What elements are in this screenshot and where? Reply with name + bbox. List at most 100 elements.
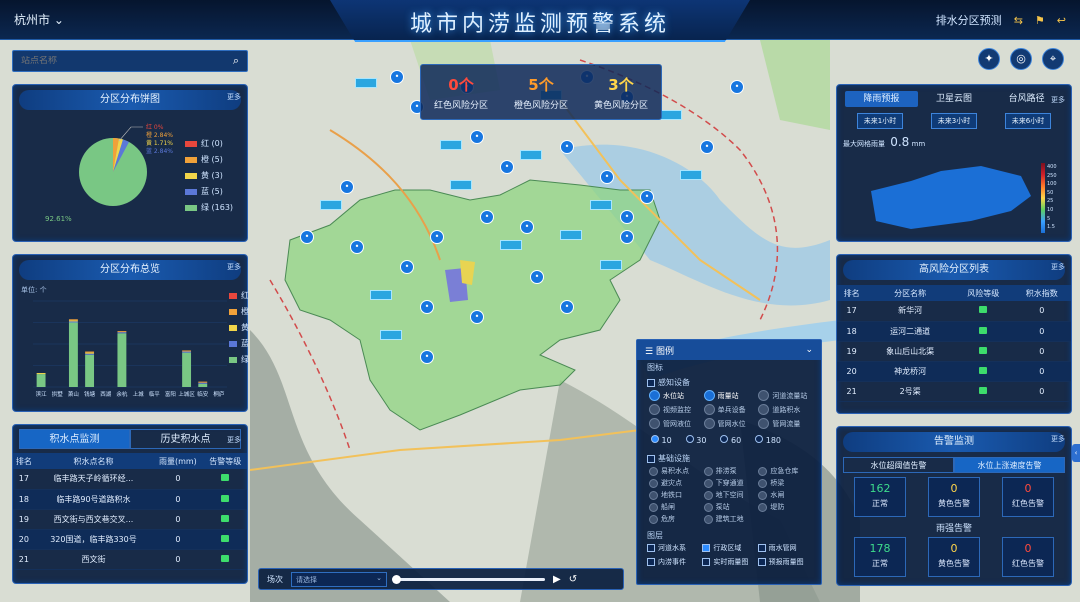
- base-item[interactable]: 船闸: [649, 502, 700, 512]
- base-item[interactable]: 堤防: [758, 502, 809, 512]
- risk-more-link[interactable]: 更多: [1051, 262, 1065, 272]
- rain-station-marker[interactable]: •: [470, 130, 484, 144]
- table-row[interactable]: 21 2号渠 0: [837, 381, 1071, 402]
- base-checkbox[interactable]: [647, 454, 655, 463]
- sensing-toggle[interactable]: 感知设备: [637, 375, 821, 390]
- rain-station-marker[interactable]: •: [640, 190, 654, 204]
- rain-red-stat[interactable]: 0 红色告警: [1002, 537, 1054, 577]
- water-level-tag[interactable]: [600, 260, 622, 270]
- search-input[interactable]: [21, 56, 225, 66]
- session-select[interactable]: 请选择 ⌄: [291, 571, 387, 587]
- layer-district[interactable]: 行政区域: [702, 543, 755, 553]
- forecast-1h-button[interactable]: 未来1小时: [856, 113, 904, 129]
- rain-yellow-stat[interactable]: 0 黄色告警: [928, 537, 980, 577]
- pie-more-link[interactable]: 更多: [227, 92, 241, 102]
- base-item[interactable]: 地铁口: [649, 490, 700, 500]
- radius-option[interactable]: 180: [755, 435, 781, 445]
- water-level-tag[interactable]: [560, 230, 582, 240]
- base-item[interactable]: 桥梁: [758, 478, 809, 488]
- water-level-station[interactable]: 水位站: [649, 390, 700, 401]
- tab-water-monitor[interactable]: 积水点监测: [19, 429, 130, 449]
- rain-station-marker[interactable]: •: [350, 240, 364, 254]
- water-yellow-stat[interactable]: 0 黄色告警: [928, 477, 980, 517]
- search-icon[interactable]: ⌕: [225, 51, 247, 71]
- back-icon[interactable]: ↩: [1057, 14, 1066, 27]
- bar-绿[interactable]: [68, 322, 78, 388]
- base-item[interactable]: 易积水点: [649, 466, 700, 476]
- bar-黄[interactable]: [85, 352, 95, 354]
- table-row[interactable]: 17 临丰路天子岭循环经... 0: [13, 469, 247, 490]
- rain-station-marker[interactable]: •: [390, 70, 404, 84]
- base-item[interactable]: 排涝泵: [703, 466, 755, 476]
- bar-蓝[interactable]: [182, 351, 192, 353]
- water-more-link[interactable]: 更多: [227, 435, 241, 445]
- base-item[interactable]: 避灾点: [649, 478, 700, 488]
- yellow-risk-count[interactable]: 3个 黄色风险分区: [594, 74, 648, 111]
- water-level-tag[interactable]: [660, 110, 682, 120]
- tab-rain-forecast[interactable]: 降雨预报: [845, 91, 918, 107]
- bar-橙[interactable]: [182, 350, 192, 352]
- pipe-flow[interactable]: 管网流量: [758, 418, 809, 429]
- bar-绿[interactable]: [198, 383, 208, 387]
- bar-more-link[interactable]: 更多: [227, 262, 241, 272]
- tab-history-water[interactable]: 历史积水点: [130, 429, 241, 449]
- city-selector[interactable]: 杭州市 ⌄: [14, 11, 64, 28]
- pipe-level[interactable]: 管网液位: [649, 418, 700, 429]
- base-item[interactable]: 水闸: [758, 490, 809, 500]
- table-row[interactable]: 18 临丰路90号道路积水 0: [13, 489, 247, 510]
- rain-station-marker[interactable]: •: [500, 160, 514, 174]
- bar-绿[interactable]: [36, 374, 46, 387]
- rain-more-link[interactable]: 更多: [1051, 95, 1065, 105]
- water-level-tag[interactable]: [320, 200, 342, 210]
- location-icon[interactable]: ⌖: [1042, 48, 1064, 70]
- legend-header[interactable]: ☰ 图例 ⌄: [637, 340, 821, 360]
- timeline-slider[interactable]: [392, 574, 545, 584]
- radius-option[interactable]: 10: [651, 435, 672, 445]
- water-level-tag[interactable]: [355, 78, 377, 88]
- table-row[interactable]: 19 西文街与西文巷交叉... 0: [13, 509, 247, 530]
- water-level-tag[interactable]: [370, 290, 392, 300]
- rain-station-marker[interactable]: •: [620, 210, 634, 224]
- alarm-more-link[interactable]: 更多: [1051, 434, 1065, 444]
- rain-station-marker[interactable]: •: [600, 170, 614, 184]
- bar-蓝[interactable]: [68, 321, 78, 323]
- water-level-tag[interactable]: [680, 170, 702, 180]
- bar-橙[interactable]: [85, 351, 95, 353]
- pipe-water[interactable]: 管网水位: [703, 418, 755, 429]
- table-row[interactable]: 20 320国道，临丰路330号 0: [13, 529, 247, 550]
- rain-station-marker[interactable]: •: [400, 260, 414, 274]
- bar-黄[interactable]: [36, 373, 46, 375]
- rain-station-marker[interactable]: •: [560, 300, 574, 314]
- rain-station-marker[interactable]: •: [700, 140, 714, 154]
- tab-satellite[interactable]: 卫星云图: [918, 91, 991, 107]
- water-red-stat[interactable]: 0 红色告警: [1002, 477, 1054, 517]
- rain-station-marker[interactable]: •: [420, 300, 434, 314]
- forecast-3h-button[interactable]: 未来3小时: [930, 113, 978, 129]
- table-row[interactable]: 18 运河二通道 0: [837, 321, 1071, 342]
- base-item[interactable]: 应急仓库: [758, 466, 809, 476]
- bar-绿[interactable]: [85, 354, 95, 387]
- rain-normal-stat[interactable]: 178 正常: [854, 537, 906, 577]
- base-item[interactable]: 危房: [649, 514, 700, 524]
- table-row[interactable]: 21 西文街 0: [13, 549, 247, 570]
- rain-station-marker[interactable]: •: [480, 210, 494, 224]
- collapse-tab[interactable]: ‹: [1072, 444, 1080, 462]
- tab-threshold-alarm[interactable]: 水位超阈值告警: [843, 457, 954, 473]
- rain-station[interactable]: 雨量站: [703, 390, 755, 401]
- base-item[interactable]: 下穿通道: [703, 478, 755, 488]
- water-level-tag[interactable]: [590, 200, 612, 210]
- water-normal-stat[interactable]: 162 正常: [854, 477, 906, 517]
- forecast-6h-button[interactable]: 未来6小时: [1004, 113, 1052, 129]
- bar-蓝[interactable]: [198, 382, 208, 384]
- rain-station-marker[interactable]: •: [520, 220, 534, 234]
- road-water[interactable]: 道路积水: [758, 404, 809, 415]
- bar-橙[interactable]: [198, 381, 208, 383]
- table-row[interactable]: 17 新华河 0: [837, 301, 1071, 322]
- sensing-checkbox[interactable]: [647, 378, 655, 387]
- rain-station-marker[interactable]: •: [530, 270, 544, 284]
- layer-forecast-rain[interactable]: 预报雨量图: [757, 557, 811, 567]
- table-row[interactable]: 20 神龙桥河 0: [837, 361, 1071, 382]
- bar-橙[interactable]: [117, 331, 127, 333]
- rain-station-marker[interactable]: •: [300, 230, 314, 244]
- bar-蓝[interactable]: [85, 353, 95, 355]
